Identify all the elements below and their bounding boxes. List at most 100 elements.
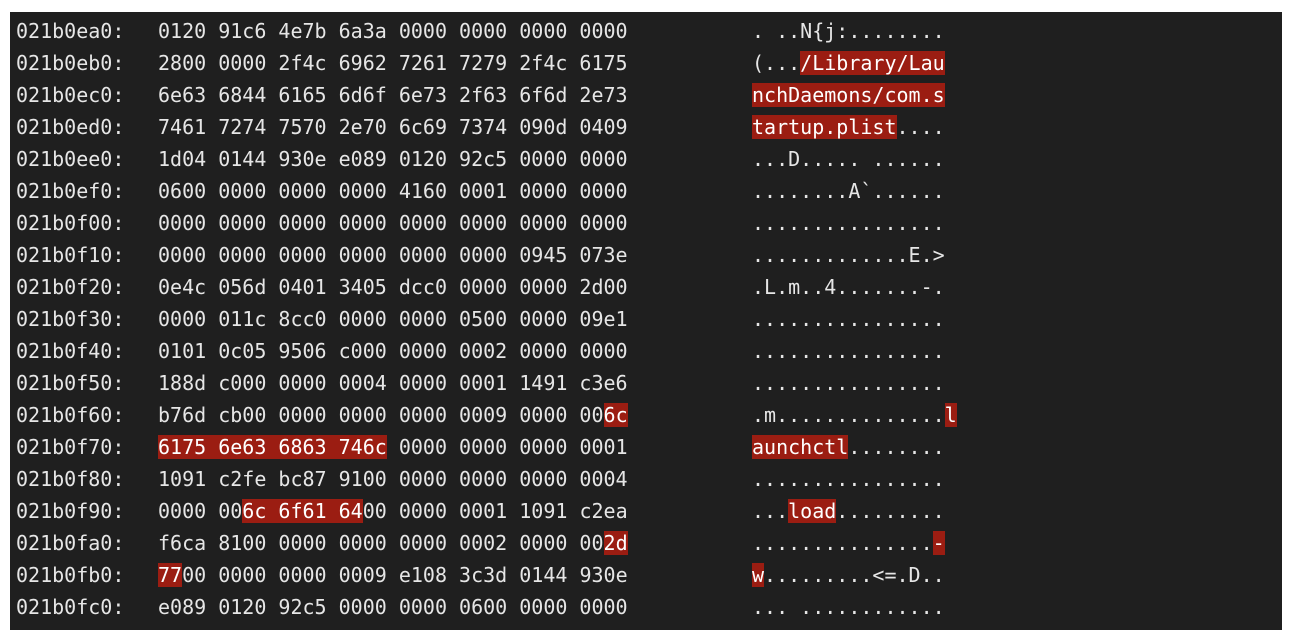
hex-bytes-highlighted: 6c 6f61 64 — [242, 499, 363, 523]
hex-bytes: e089 0120 92c5 0000 0000 0600 0000 0000 — [158, 595, 628, 619]
ascii-text: ... — [752, 499, 789, 523]
hex-row-ascii: ................ — [752, 463, 945, 495]
hex-bytes: 0000 011c 8cc0 0000 0000 0500 0000 09e1 — [158, 307, 628, 331]
hex-row-bytes: 1d04 0144 930e e089 0120 92c5 0000 0000 — [158, 143, 628, 175]
hex-row-bytes: 6175 6e63 6863 746c 0000 0000 0000 0001 — [158, 431, 628, 463]
hex-row-address: 021b0f20: — [16, 275, 125, 299]
hex-row-address: 021b0f70: — [16, 435, 125, 459]
ascii-text: .L.m..4.......-. — [752, 275, 945, 299]
ascii-text-highlighted: aunchctl — [752, 435, 849, 459]
hex-row-ascii: . ..N{j:........ — [752, 15, 945, 47]
hex-row-address: 021b0ed0: — [16, 115, 125, 139]
hex-bytes: 0000 00 — [158, 499, 243, 523]
hex-row-ascii: ... ............ — [752, 591, 945, 623]
ascii-text: ................ — [752, 467, 945, 491]
hex-bytes: 0101 0c05 9506 c000 0000 0002 0000 0000 — [158, 339, 628, 363]
hex-bytes-highlighted: 77 — [158, 563, 183, 587]
ascii-text-highlighted: w — [752, 563, 765, 587]
hex-row-address: 021b0f10: — [16, 243, 125, 267]
hex-row-address: 021b0ea0: — [16, 19, 125, 43]
hex-row-address: 021b0f40: — [16, 339, 125, 363]
ascii-text: ........A`...... — [752, 179, 945, 203]
hex-bytes: 188d c000 0000 0004 0000 0001 1491 c3e6 — [158, 371, 628, 395]
hex-row-ascii: nchDaemons/com.s — [752, 79, 945, 111]
ascii-text: ............... — [752, 531, 933, 555]
hex-row-ascii: ................ — [752, 335, 945, 367]
ascii-text: ................ — [752, 307, 945, 331]
hex-row-ascii: ................ — [752, 207, 945, 239]
ascii-text-highlighted: /Library/Lau — [800, 51, 945, 75]
hex-row-bytes: 188d c000 0000 0004 0000 0001 1491 c3e6 — [158, 367, 628, 399]
ascii-text: ................ — [752, 371, 945, 395]
hex-row-address: 021b0fc0: — [16, 595, 125, 619]
hex-row-bytes: e089 0120 92c5 0000 0000 0600 0000 0000 — [158, 591, 628, 623]
hex-row-ascii: ...D..... ...... — [752, 143, 945, 175]
hex-bytes: 2800 0000 2f4c 6962 7261 7279 2f4c 6175 — [158, 51, 628, 75]
hex-bytes: 6e63 6844 6165 6d6f 6e73 2f63 6f6d 2e73 — [158, 83, 628, 107]
hex-row-bytes: 0000 011c 8cc0 0000 0000 0500 0000 09e1 — [158, 303, 628, 335]
hex-row-address: 021b0eb0: — [16, 51, 125, 75]
hex-row-ascii: w.........<=.D.. — [752, 559, 945, 591]
hex-row-ascii: (.../Library/Lau — [752, 47, 945, 79]
ascii-text: ................ — [752, 211, 945, 235]
ascii-text-highlighted: load — [788, 499, 837, 523]
ascii-text: . ..N{j:........ — [752, 19, 945, 43]
hex-bytes: 0120 91c6 4e7b 6a3a 0000 0000 0000 0000 — [158, 19, 628, 43]
hex-bytes: 0000 0000 0000 0000 0000 0000 0000 0000 — [158, 211, 628, 235]
ascii-text: .m.............. — [752, 403, 945, 427]
ascii-text: ................ — [752, 339, 945, 363]
hex-row-ascii: ...............- — [752, 527, 945, 559]
hex-row-address: 021b0fb0: — [16, 563, 125, 587]
hex-bytes: 0000 0000 0000 0001 — [386, 435, 628, 459]
hex-bytes-highlighted: 6175 6e63 6863 746c — [158, 435, 387, 459]
hex-row-bytes: 0e4c 056d 0401 3405 dcc0 0000 0000 2d00 — [158, 271, 628, 303]
hex-row-bytes: 0000 0000 0000 0000 0000 0000 0945 073e — [158, 239, 628, 271]
hex-row-bytes: 0000 006c 6f61 6400 0000 0001 1091 c2ea — [158, 495, 628, 527]
hex-row-address: 021b0ec0: — [16, 83, 125, 107]
hex-bytes: 1d04 0144 930e e089 0120 92c5 0000 0000 — [158, 147, 628, 171]
hex-row-ascii: ...load......... — [752, 495, 945, 527]
hex-row-bytes: 2800 0000 2f4c 6962 7261 7279 2f4c 6175 — [158, 47, 628, 79]
hex-row-address: 021b0ef0: — [16, 179, 125, 203]
ascii-text-highlighted: - — [932, 531, 945, 555]
ascii-text-highlighted: l — [944, 403, 957, 427]
hex-row-ascii: tartup.plist.... — [752, 111, 945, 143]
hex-bytes: 0600 0000 0000 0000 4160 0001 0000 0000 — [158, 179, 628, 203]
hex-row-ascii: .m..............l — [752, 399, 957, 431]
hex-row-bytes: 0101 0c05 9506 c000 0000 0002 0000 0000 — [158, 335, 628, 367]
ascii-text: .........<=.D.. — [764, 563, 945, 587]
hex-row-bytes: 7461 7274 7570 2e70 6c69 7374 090d 0409 — [158, 111, 628, 143]
hex-row-ascii: ................ — [752, 367, 945, 399]
hex-bytes-highlighted: 6c — [603, 403, 628, 427]
ascii-text: ... ............ — [752, 595, 945, 619]
hex-row-ascii: .L.m..4.......-. — [752, 271, 945, 303]
hex-row-bytes: 1091 c2fe bc87 9100 0000 0000 0000 0004 — [158, 463, 628, 495]
hex-bytes-highlighted: 2d — [603, 531, 628, 555]
hex-row-bytes: 7700 0000 0000 0009 e108 3c3d 0144 930e — [158, 559, 628, 591]
ascii-text: ...D..... ...... — [752, 147, 945, 171]
hex-row-bytes: 0000 0000 0000 0000 0000 0000 0000 0000 — [158, 207, 628, 239]
hex-row-address: 021b0f30: — [16, 307, 125, 331]
hex-row-ascii: .............E.> — [752, 239, 945, 271]
hex-row-address: 021b0f80: — [16, 467, 125, 491]
hex-row-ascii: aunchctl........ — [752, 431, 945, 463]
ascii-text-highlighted: nchDaemons/com.s — [752, 83, 945, 107]
hex-bytes: b76d cb00 0000 0000 0000 0009 0000 00 — [158, 403, 604, 427]
ascii-text-highlighted: tartup.plist — [752, 115, 897, 139]
ascii-text: ......... — [836, 499, 945, 523]
ascii-text: .............E.> — [752, 243, 945, 267]
hex-row-bytes: 6e63 6844 6165 6d6f 6e73 2f63 6f6d 2e73 — [158, 79, 628, 111]
hex-bytes: 1091 c2fe bc87 9100 0000 0000 0000 0004 — [158, 467, 628, 491]
hex-bytes: 0000 0000 0000 0000 0000 0000 0945 073e — [158, 243, 628, 267]
hex-bytes: 7461 7274 7570 2e70 6c69 7374 090d 0409 — [158, 115, 628, 139]
hex-row-address: 021b0f00: — [16, 211, 125, 235]
hex-row-bytes: 0600 0000 0000 0000 4160 0001 0000 0000 — [158, 175, 628, 207]
hex-row-address: 021b0f90: — [16, 499, 125, 523]
ascii-text: (... — [752, 51, 801, 75]
hex-bytes: 00 0000 0000 0009 e108 3c3d 0144 930e — [182, 563, 628, 587]
hex-row-bytes: b76d cb00 0000 0000 0000 0009 0000 006c — [158, 399, 628, 431]
ascii-text: ........ — [848, 435, 945, 459]
hex-bytes: 00 0000 0001 1091 c2ea — [362, 499, 628, 523]
hex-row-bytes: f6ca 8100 0000 0000 0000 0002 0000 002d — [158, 527, 628, 559]
hex-row-ascii: ........A`...... — [752, 175, 945, 207]
